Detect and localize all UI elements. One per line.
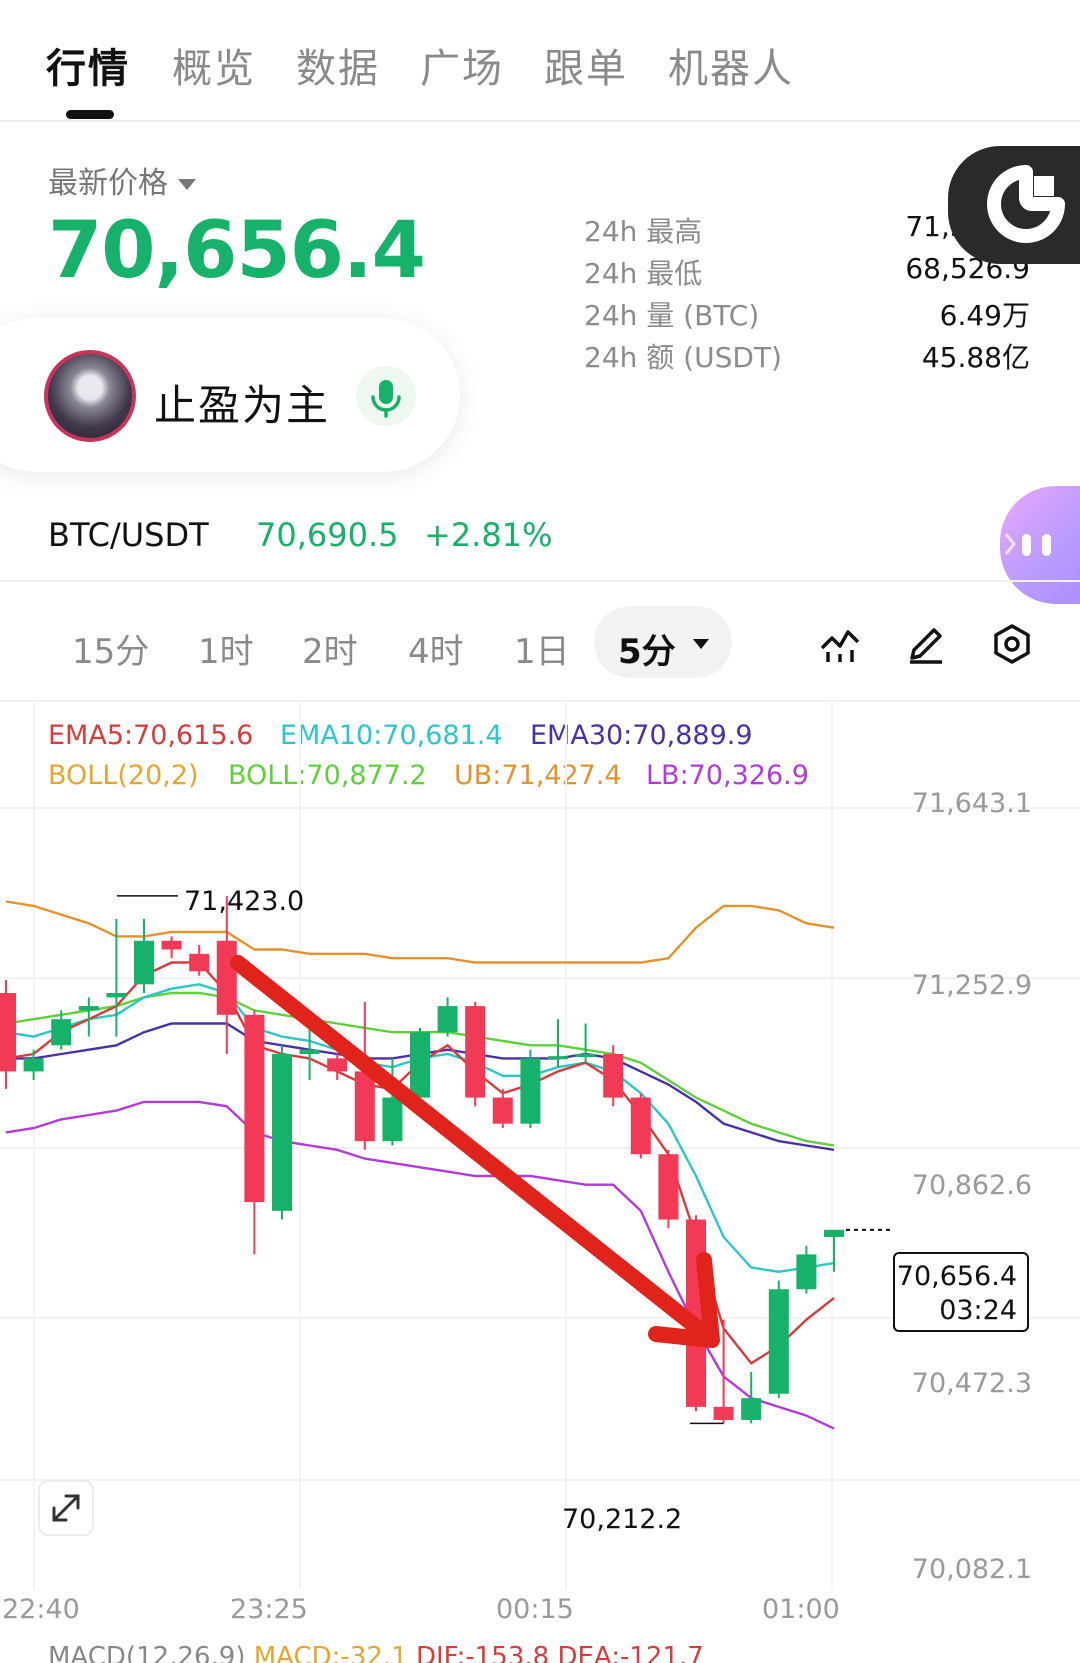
- macd-params: MACD(12,26,9): [48, 1642, 246, 1663]
- candle-body: [492, 1097, 513, 1124]
- settings-icon[interactable]: [990, 622, 1034, 666]
- macd-dif: DIF:-153.8: [415, 1642, 550, 1663]
- candle-body: [548, 1056, 568, 1060]
- mic-button[interactable]: [356, 366, 416, 426]
- high-marker-label: 71,423.0: [184, 886, 305, 917]
- tab-square[interactable]: 广场: [420, 36, 504, 94]
- caret-down-icon: [693, 639, 709, 649]
- assistant-bubble[interactable]: [1000, 486, 1080, 604]
- last-price-tag-value: 70,656.4: [896, 1261, 1017, 1292]
- candle-body: [272, 1054, 292, 1211]
- candle-body: [741, 1398, 762, 1420]
- price-type-label: 最新价格: [48, 166, 168, 201]
- interval-15m[interactable]: 15分: [72, 624, 149, 673]
- exchange-logo-icon: [987, 165, 1065, 243]
- macd-value: MACD:-32.1: [253, 1642, 408, 1663]
- x-tick: 23:25: [230, 1594, 308, 1625]
- last-price-tag: 70,656.4 03:24: [893, 1252, 1029, 1332]
- candle-body: [161, 940, 182, 950]
- interval-1d[interactable]: 1日: [514, 624, 570, 673]
- candle-body: [630, 1097, 651, 1155]
- user-name: 止盈为主: [154, 381, 331, 430]
- candle-body: [465, 1006, 486, 1098]
- chat-bot-icon: [1004, 533, 1051, 556]
- stat-value-turnover: 45.88亿: [921, 341, 1030, 374]
- top-nav: 行情 概览 数据 广场 跟单 机器人: [0, 0, 1080, 122]
- draw-pen-icon[interactable]: [904, 622, 948, 666]
- candlestick-chart[interactable]: [0, 700, 1080, 1590]
- price-type-selector[interactable]: 最新价格: [48, 158, 196, 202]
- stat-label-turnover: 24h 额 (USDT): [584, 341, 782, 374]
- candle-body: [51, 1019, 72, 1046]
- candle-body: [78, 1006, 99, 1011]
- x-tick: 01:00: [762, 1594, 840, 1625]
- boll-upper-line: [5, 900, 835, 964]
- macd-dea: DEA:-121.7: [557, 1642, 704, 1663]
- candle-body: [0, 993, 16, 1072]
- microphone-icon: [371, 380, 401, 418]
- stat-label-low: 24h 最低: [584, 257, 703, 290]
- candle-body: [437, 1006, 458, 1033]
- low-marker-label: 70,212.2: [562, 1504, 683, 1535]
- avatar[interactable]: [44, 350, 136, 442]
- candle-body: [327, 1058, 348, 1072]
- candle-body: [520, 1058, 541, 1124]
- tab-bot[interactable]: 机器人: [668, 36, 794, 94]
- candle-body: [382, 1097, 403, 1142]
- divider: [0, 580, 1080, 582]
- candle-body: [189, 953, 210, 972]
- candle-body: [410, 1032, 430, 1098]
- pair-change: +2.81%: [424, 516, 553, 554]
- y-tick: 70,862.6: [911, 1170, 1032, 1201]
- candle-body: [354, 1071, 375, 1142]
- candle-body: [824, 1229, 844, 1237]
- candle-countdown: 03:24: [939, 1295, 1017, 1326]
- candle-body: [713, 1406, 734, 1420]
- y-tick: 70,472.3: [911, 1368, 1032, 1399]
- ema10-line: [5, 983, 835, 1274]
- tab-market[interactable]: 行情: [46, 36, 130, 94]
- candle-body: [603, 1054, 624, 1098]
- candle-body: [658, 1154, 679, 1220]
- candle-body: [796, 1254, 817, 1290]
- macd-legend: MACD(12,26,9) MACD:-32.1 DIF:-153.8 DEA:…: [48, 1642, 704, 1663]
- y-tick: 70,082.1: [911, 1554, 1032, 1585]
- stat-value-volume: 6.49万: [939, 299, 1030, 332]
- candle-body: [23, 1058, 44, 1072]
- last-price: 70,656.4: [48, 206, 426, 296]
- candle-body: [106, 993, 127, 998]
- stat-label-volume: 24h 量 (BTC): [584, 299, 760, 332]
- caret-down-icon: [178, 179, 196, 190]
- candle-body: [575, 1054, 596, 1058]
- y-tick: 71,643.1: [911, 788, 1032, 819]
- interval-1h[interactable]: 1时: [198, 624, 254, 673]
- interval-active-label: 5分: [618, 632, 676, 672]
- candle-body: [134, 940, 154, 985]
- candle-body: [768, 1289, 789, 1394]
- interval-2h[interactable]: 2时: [302, 624, 358, 673]
- stat-label-high: 24h 最高: [584, 215, 703, 248]
- interval-4h[interactable]: 4时: [408, 624, 464, 673]
- indicator-icon[interactable]: [818, 622, 862, 666]
- tab-copy-trade[interactable]: 跟单: [544, 36, 628, 94]
- active-tab-indicator: [66, 110, 114, 119]
- fullscreen-button[interactable]: [38, 1480, 94, 1536]
- candle-body: [244, 1014, 265, 1203]
- x-tick: 22:40: [2, 1594, 80, 1625]
- pair-price: 70,690.5: [256, 516, 399, 554]
- candle-body: [216, 940, 237, 1015]
- pair-symbol[interactable]: BTC/USDT: [48, 516, 209, 554]
- tab-data[interactable]: 数据: [296, 36, 380, 94]
- expand-icon: [52, 1494, 80, 1522]
- y-tick: 71,252.9: [911, 970, 1032, 1001]
- x-tick: 00:15: [496, 1594, 574, 1625]
- candle-body: [299, 1049, 320, 1055]
- floating-logo-button[interactable]: [948, 146, 1080, 264]
- tab-overview[interactable]: 概览: [172, 36, 256, 94]
